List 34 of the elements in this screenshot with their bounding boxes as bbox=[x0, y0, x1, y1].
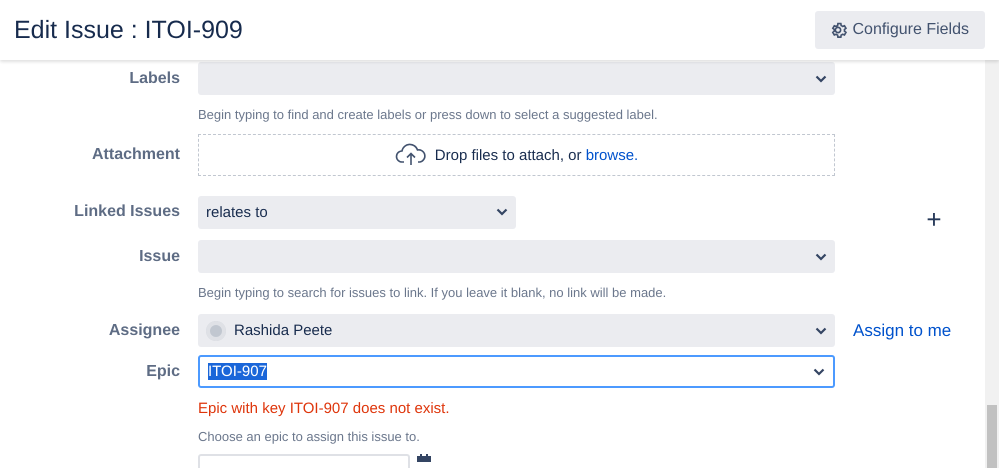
chevron-down-icon bbox=[815, 252, 827, 260]
field-label: Epic bbox=[145, 362, 180, 380]
chevron-down-icon bbox=[813, 368, 825, 376]
scrollbar[interactable] bbox=[985, 60, 999, 468]
drop-instructions: Drop files to attach, or browse. bbox=[434, 146, 638, 164]
drop-zone[interactable]: Drop files to attach, or browse. bbox=[198, 134, 835, 176]
avatar-icon bbox=[206, 320, 226, 340]
select-field[interactable]: Rashida Peete bbox=[198, 314, 835, 347]
help-text: Begin typing to find and create labels or press down to select a suggested label. bbox=[198, 107, 659, 122]
field-label: Attachment bbox=[90, 146, 180, 164]
chevron-down-icon bbox=[815, 326, 827, 334]
browse-link[interactable]: browse. bbox=[586, 146, 638, 164]
assign-to-me-link[interactable]: Assign to me bbox=[853, 320, 985, 340]
field-value: Rashida Peete bbox=[234, 322, 332, 339]
field-label: Issue bbox=[138, 248, 180, 266]
help-text: Choose an epic to assign this issue to. bbox=[198, 429, 421, 444]
field-value: ITOI-907 bbox=[208, 363, 267, 380]
select-field[interactable]: relates to bbox=[198, 196, 516, 228]
chevron-down-icon bbox=[815, 74, 827, 82]
field-label: Linked Issues bbox=[73, 203, 180, 221]
chevron-down-icon bbox=[496, 208, 508, 216]
select-field[interactable] bbox=[198, 62, 835, 95]
field-value: relates to bbox=[206, 204, 268, 220]
help-text: Begin typing to search for issues to link. If you leave it blank, no link will be made. bbox=[198, 285, 668, 300]
configure-fields-button[interactable]: Configure Fields bbox=[814, 11, 985, 49]
add-button[interactable]: + bbox=[883, 206, 985, 232]
select-field[interactable] bbox=[198, 240, 835, 273]
field-label: Labels bbox=[128, 70, 180, 88]
cloud-upload-icon bbox=[394, 143, 427, 167]
select-field[interactable]: ITOI-907 bbox=[198, 355, 835, 388]
calendar-icon bbox=[416, 454, 432, 462]
page-title: Edit Issue : ITOI-909 bbox=[14, 16, 243, 44]
error-message: Epic with key ITOI-907 does not exist. bbox=[198, 400, 451, 417]
field-label: Assignee bbox=[108, 322, 180, 340]
